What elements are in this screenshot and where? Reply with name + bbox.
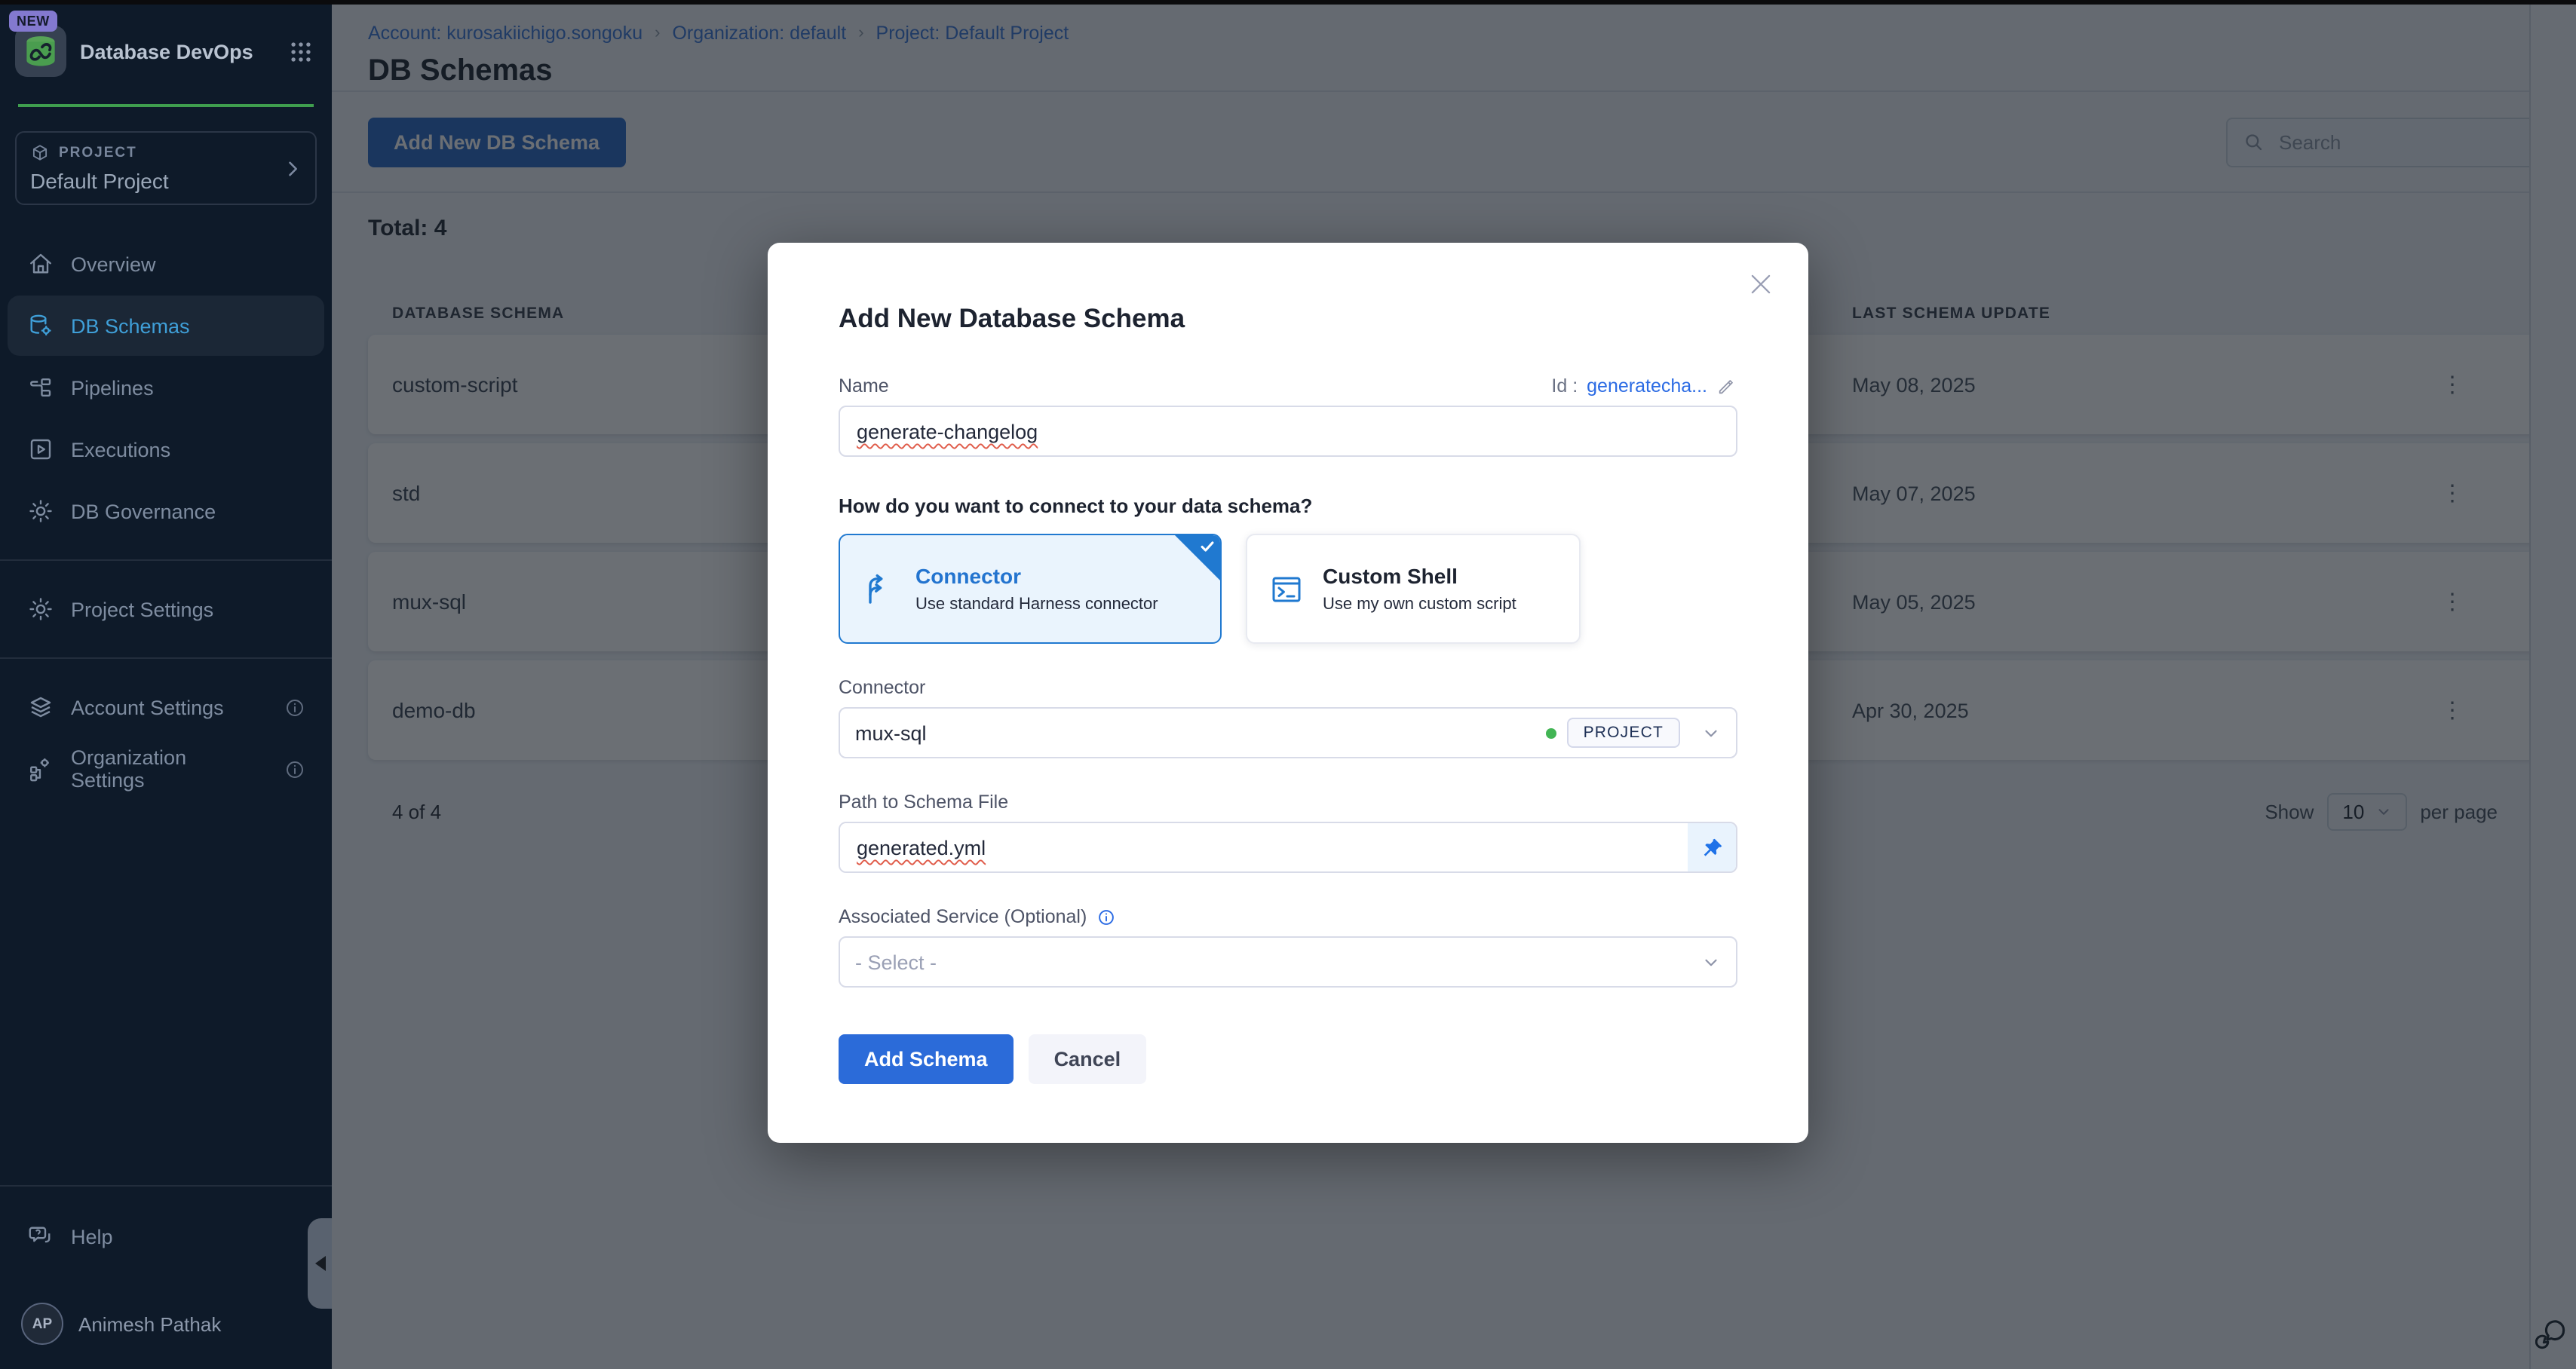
sidebar-item-project-settings[interactable]: Project Settings [8, 579, 324, 639]
db-schema-icon [26, 311, 54, 340]
help-chat-icon [26, 1222, 54, 1251]
project-scope-label: PROJECT [59, 145, 137, 161]
chevron-right-icon [282, 158, 303, 179]
help-label: Help [71, 1225, 113, 1248]
sidebar-item-label: DB Governance [71, 500, 216, 522]
service-placeholder: - Select - [855, 951, 937, 973]
terminal-icon [1268, 571, 1305, 607]
window-top-strip [0, 0, 2576, 5]
sidebar-item-label: Executions [71, 438, 170, 461]
edit-pencil-icon[interactable] [1716, 375, 1737, 397]
brand-accent-rule [18, 104, 314, 107]
info-icon[interactable] [284, 696, 306, 718]
option-subtitle: Use standard Harness connector [915, 596, 1158, 614]
sidebar-divider [0, 657, 332, 659]
scope-badge: PROJECT [1567, 718, 1680, 748]
sidebar-item-help[interactable]: Help [8, 1206, 324, 1266]
service-label: Associated Service (Optional) [839, 906, 1087, 927]
connection-options: Connector Use standard Harness connector… [839, 534, 1737, 644]
layers-icon [26, 693, 54, 721]
project-name: Default Project [30, 169, 302, 193]
cancel-button[interactable]: Cancel [1029, 1034, 1147, 1084]
name-input-value: generate-changelog [857, 420, 1038, 443]
sidebar-item-organization-settings[interactable]: Organization Settings [8, 739, 324, 799]
path-input-value: generated.yml [857, 836, 986, 859]
project-selector[interactable]: PROJECT Default Project [15, 131, 317, 205]
sidebar-item-label: Overview [71, 253, 156, 275]
pin-runtime-icon[interactable] [1688, 823, 1736, 871]
settings-gear-icon [26, 595, 54, 623]
sidebar-item-label: Organization Settings [71, 746, 250, 792]
path-input-group: generated.yml [839, 822, 1737, 873]
sidebar-item-db-schemas[interactable]: DB Schemas [8, 296, 324, 356]
chevron-down-icon [1701, 723, 1721, 743]
sidebar-item-executions[interactable]: Executions [8, 419, 324, 479]
sidebar-item-overview[interactable]: Overview [8, 234, 324, 294]
sidebar: NEW Database DevOps [0, 5, 332, 1369]
path-label: Path to Schema File [839, 792, 1008, 813]
user-menu[interactable]: AP Animesh Pathak [0, 1288, 332, 1369]
name-label: Name [839, 375, 889, 397]
option-connector[interactable]: Connector Use standard Harness connector [839, 534, 1222, 644]
modal-title: Add New Database Schema [839, 243, 1737, 335]
chevron-down-icon [1701, 952, 1721, 972]
product-logo: NEW [15, 26, 66, 77]
sidebar-item-pipelines[interactable]: Pipelines [8, 357, 324, 418]
sidebar-item-label: Project Settings [71, 598, 213, 620]
sidebar-item-account-settings[interactable]: Account Settings [8, 677, 324, 737]
product-name: Database DevOps [80, 40, 288, 63]
name-input[interactable]: generate-changelog [839, 406, 1737, 457]
sidebar-collapse-handle[interactable] [308, 1218, 332, 1309]
gear-icon [26, 497, 54, 525]
cube-icon [30, 143, 50, 163]
avatar: AP [21, 1303, 63, 1345]
executions-icon [26, 435, 54, 464]
add-schema-submit-button[interactable]: Add Schema [839, 1034, 1014, 1084]
connector-select[interactable]: mux-sql PROJECT [839, 707, 1737, 758]
app-window: NEW Database DevOps [0, 0, 2576, 1369]
id-value-link[interactable]: generatecha... [1587, 375, 1707, 397]
home-icon [26, 250, 54, 278]
sidebar-item-label: Pipelines [71, 376, 154, 399]
pipelines-icon [26, 373, 54, 402]
connection-question: How do you want to connect to your data … [839, 495, 1737, 517]
option-custom-shell[interactable]: Custom Shell Use my own custom script [1246, 534, 1581, 644]
path-input[interactable]: generated.yml [840, 823, 1688, 871]
connector-label: Connector [839, 677, 925, 698]
close-icon[interactable] [1746, 270, 1775, 299]
connector-branch-icon [861, 571, 897, 607]
status-dot [1546, 727, 1556, 738]
connector-value: mux-sql [855, 721, 927, 744]
database-devops-logo-icon [21, 32, 60, 71]
sidebar-item-db-governance[interactable]: DB Governance [8, 481, 324, 541]
associated-service-select[interactable]: - Select - [839, 936, 1737, 988]
new-badge: NEW [9, 11, 57, 32]
check-icon [1199, 538, 1216, 555]
collapse-arrow-icon [314, 1256, 325, 1271]
sidebar-divider [0, 559, 332, 561]
option-title: Connector [915, 564, 1158, 588]
org-hierarchy-icon [26, 755, 54, 783]
sidebar-nav: Overview DB Schemas [0, 232, 332, 801]
option-subtitle: Use my own custom script [1323, 596, 1516, 614]
sidebar-divider [0, 1185, 332, 1187]
info-icon[interactable] [284, 758, 306, 780]
sidebar-item-label: Account Settings [71, 696, 224, 718]
sidebar-item-label: DB Schemas [71, 314, 190, 337]
id-prefix: Id : [1551, 375, 1578, 397]
user-name: Animesh Pathak [78, 1312, 221, 1335]
option-title: Custom Shell [1323, 564, 1516, 588]
info-icon[interactable] [1096, 907, 1115, 926]
sidebar-header: NEW Database DevOps [0, 5, 332, 92]
add-schema-modal: Add New Database Schema Name Id : genera… [768, 243, 1808, 1143]
app-switcher-icon[interactable] [288, 38, 314, 64]
